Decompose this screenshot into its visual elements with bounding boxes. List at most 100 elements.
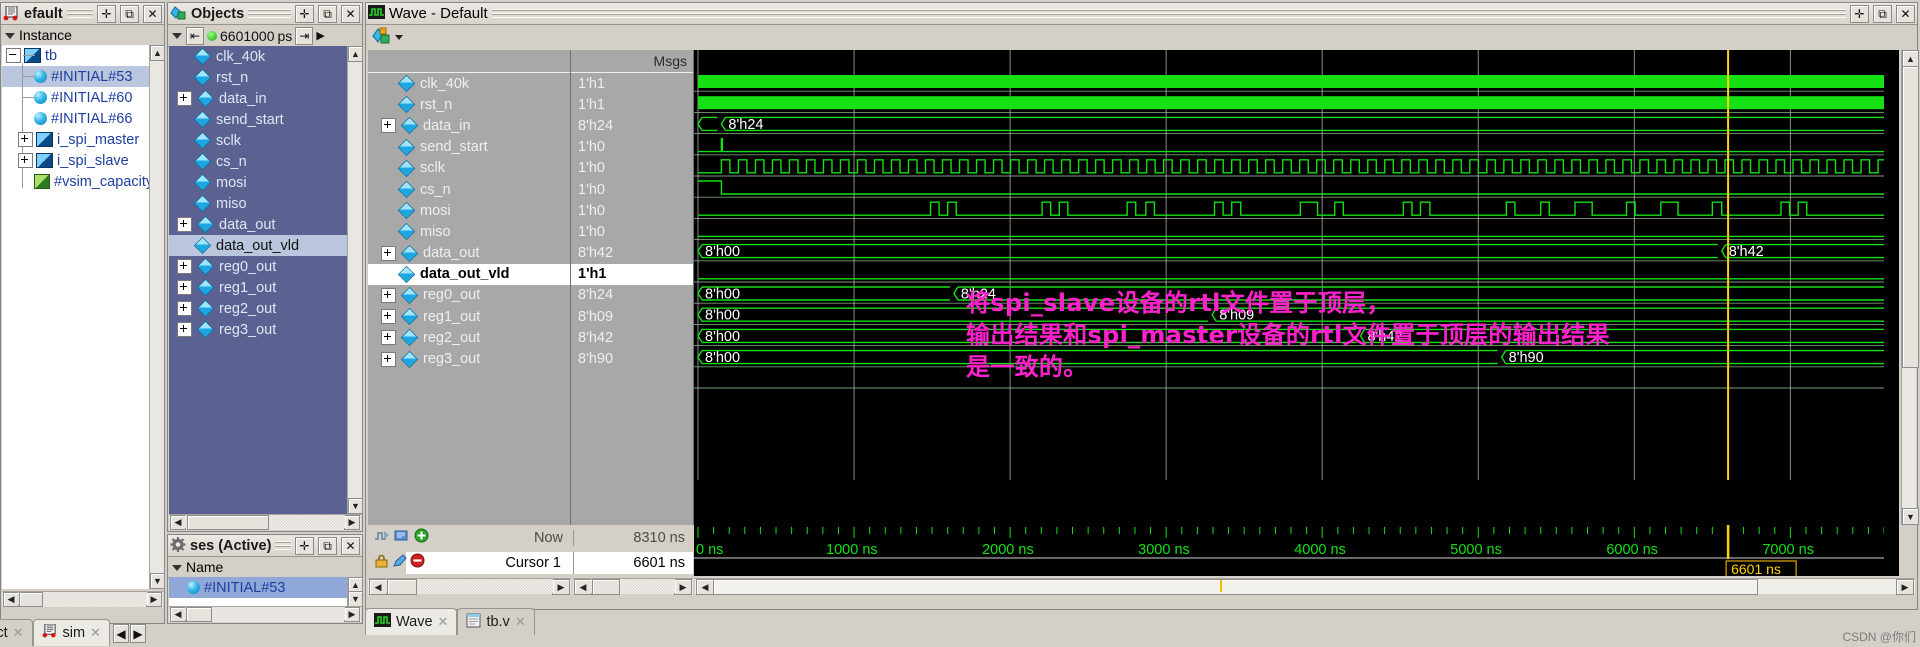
scroll-down-button[interactable]: ▼ xyxy=(348,591,363,607)
tree-row-i-spi-master[interactable]: i_spi_master xyxy=(2,129,150,150)
step-icon[interactable]: ⇥ xyxy=(295,26,314,45)
instance-tree[interactable]: tb #INITIAL#53 #INITIAL#60 #INITIAL#66 i… xyxy=(2,45,150,589)
instance-horizontal-scrollbar[interactable]: ◀ ▶ xyxy=(2,591,163,607)
wave-signal-row-rst_n[interactable]: rst_n xyxy=(368,94,570,115)
wave-signal-row-data_out_vld[interactable]: data_out_vld xyxy=(368,263,570,285)
wave-signal-row-data_in[interactable]: data_in xyxy=(368,115,570,136)
tree-expand-icon[interactable] xyxy=(18,153,33,168)
object-row[interactable]: reg1_out xyxy=(169,277,348,298)
add-cursor-button[interactable] xyxy=(414,528,429,547)
tree-row-i-spi-slave[interactable]: i_spi_slave xyxy=(2,150,150,171)
objects-horizontal-scrollbar[interactable]: ◀ ▶ xyxy=(169,514,361,530)
wave-signal-row-miso[interactable]: miso xyxy=(368,221,570,242)
wave-signal-row-reg3_out[interactable]: reg3_out xyxy=(368,348,570,369)
lock-cursor-icon[interactable] xyxy=(374,554,389,572)
object-row[interactable]: data_out xyxy=(169,214,348,235)
expand-icon[interactable] xyxy=(381,245,396,261)
object-row[interactable]: miso xyxy=(169,193,348,214)
object-row-data-out-vld[interactable]: data_out_vld xyxy=(169,235,348,256)
wave-palette-icon[interactable] xyxy=(372,27,391,48)
scroll-left-button[interactable]: ◀ xyxy=(170,515,186,530)
object-row[interactable]: sclk xyxy=(169,130,348,151)
objects-more-icon[interactable]: ▶ xyxy=(316,29,324,42)
expand-icon[interactable] xyxy=(381,118,396,134)
processes-horizontal-scrollbar[interactable]: ◀ ▶ xyxy=(169,606,361,622)
wave-panel-undock-button[interactable]: ⧉ xyxy=(1873,4,1892,23)
filter-dropdown-icon[interactable] xyxy=(3,29,16,42)
expand-icon[interactable] xyxy=(177,259,192,274)
wave-signal-row-sclk[interactable]: sclk xyxy=(368,158,570,179)
scroll-left-button[interactable]: ◀ xyxy=(3,592,19,607)
filter-dropdown-icon[interactable] xyxy=(170,29,183,42)
wave-signal-row-data_out[interactable]: data_out xyxy=(368,243,570,264)
close-icon[interactable]: ✕ xyxy=(13,625,24,641)
close-icon[interactable]: ✕ xyxy=(515,614,526,630)
instance-panel-undock-button[interactable]: ⧉ xyxy=(120,4,139,23)
scroll-up-button[interactable]: ▲ xyxy=(150,45,165,61)
scroll-thumb[interactable] xyxy=(387,579,417,595)
wave-canvas-horizontal-scrollbar[interactable]: ◀ ▶ xyxy=(695,578,1915,595)
wave-panel-maximize-button[interactable]: ✛ xyxy=(1850,4,1869,23)
close-icon[interactable]: ✕ xyxy=(90,625,101,641)
scroll-thumb[interactable] xyxy=(186,607,212,622)
scroll-right-button[interactable]: ▶ xyxy=(1896,579,1914,595)
instance-panel-close-button[interactable]: ✕ xyxy=(143,4,162,23)
tab-sim[interactable]: sim ✕ xyxy=(32,619,111,646)
tree-row-vsim-capacity[interactable]: #vsim_capacity# xyxy=(2,171,150,192)
processes-panel-close-button[interactable]: ✕ xyxy=(341,536,360,555)
filter-dropdown-icon[interactable] xyxy=(170,561,183,574)
object-row[interactable]: reg3_out xyxy=(169,319,348,340)
tree-collapse-icon[interactable] xyxy=(6,48,21,63)
processes-panel-grip[interactable] xyxy=(275,541,291,550)
scroll-thumb[interactable] xyxy=(1902,66,1919,368)
close-icon[interactable]: ✕ xyxy=(438,614,449,630)
scroll-right-button[interactable]: ▶ xyxy=(344,515,360,530)
tab-wave[interactable]: Wave ✕ xyxy=(365,608,458,635)
instance-vertical-scrollbar[interactable]: ▲ ▼ xyxy=(149,45,165,589)
wave-vertical-scrollbar[interactable]: ▲ ▼ xyxy=(1901,50,1919,525)
objects-panel-grip[interactable] xyxy=(248,9,291,18)
expand-icon[interactable] xyxy=(177,91,192,106)
scroll-right-button[interactable]: ▶ xyxy=(552,579,570,595)
object-row[interactable]: data_in xyxy=(169,88,348,109)
scroll-thumb[interactable] xyxy=(592,579,620,595)
scroll-left-button[interactable]: ◀ xyxy=(170,607,186,622)
tab-scroll-left-button[interactable]: ◀ xyxy=(113,624,130,643)
scroll-left-button[interactable]: ◀ xyxy=(574,579,592,595)
wave-palette-dropdown-icon[interactable] xyxy=(395,34,403,40)
object-row[interactable]: reg0_out xyxy=(169,256,348,277)
scroll-up-button[interactable]: ▲ xyxy=(1902,50,1919,67)
processes-vertical-scrollbar[interactable]: ▲ ▼ xyxy=(347,577,363,607)
scroll-right-button[interactable]: ▶ xyxy=(344,607,360,622)
scroll-up-button[interactable]: ▲ xyxy=(348,46,363,62)
wave-signal-row-reg2_out[interactable]: reg2_out xyxy=(368,327,570,348)
goto-icon[interactable]: ⇤ xyxy=(186,26,204,45)
objects-panel-maximize-button[interactable]: ✛ xyxy=(295,4,314,23)
wave-signal-name-column[interactable]: clk_40k rst_n data_in send_start sclk cs_n mos… xyxy=(368,50,571,525)
tab-tb-v[interactable]: tb.v ✕ xyxy=(457,608,535,635)
process-row[interactable]: #INITIAL#53 xyxy=(169,577,348,598)
expand-icon[interactable] xyxy=(381,351,396,367)
wave-value-column[interactable]: Msgs 1'h1 1'h1 8'h24 1'h0 1'h0 1'h0 1'h0 1'h0 8'… xyxy=(571,50,694,525)
instance-column-header[interactable]: Instance xyxy=(1,25,164,46)
scroll-right-button[interactable]: ▶ xyxy=(674,579,692,595)
wave-panel-grip[interactable] xyxy=(491,9,1846,18)
delete-cursor-button[interactable] xyxy=(410,553,425,572)
objects-panel-close-button[interactable]: ✕ xyxy=(341,4,360,23)
scroll-thumb[interactable] xyxy=(19,592,43,607)
object-row[interactable]: cs_n xyxy=(169,151,348,172)
scroll-down-button[interactable]: ▼ xyxy=(348,498,363,514)
scroll-down-button[interactable]: ▼ xyxy=(1902,508,1919,525)
wave-panel-close-button[interactable]: ✕ xyxy=(1896,4,1915,23)
tab-scroll-right-button[interactable]: ▶ xyxy=(130,624,147,643)
instance-panel-maximize-button[interactable]: ✛ xyxy=(97,4,116,23)
edit-cursor-icon[interactable] xyxy=(392,553,407,572)
objects-panel-undock-button[interactable]: ⧉ xyxy=(318,4,337,23)
object-row[interactable]: rst_n xyxy=(169,67,348,88)
tree-row-initial-66[interactable]: #INITIAL#66 xyxy=(2,97,150,129)
expand-icon[interactable] xyxy=(381,309,396,325)
expand-icon[interactable] xyxy=(381,287,396,303)
expand-icon[interactable] xyxy=(381,330,396,346)
scroll-right-button[interactable]: ▶ xyxy=(146,592,162,607)
object-row[interactable]: mosi xyxy=(169,172,348,193)
